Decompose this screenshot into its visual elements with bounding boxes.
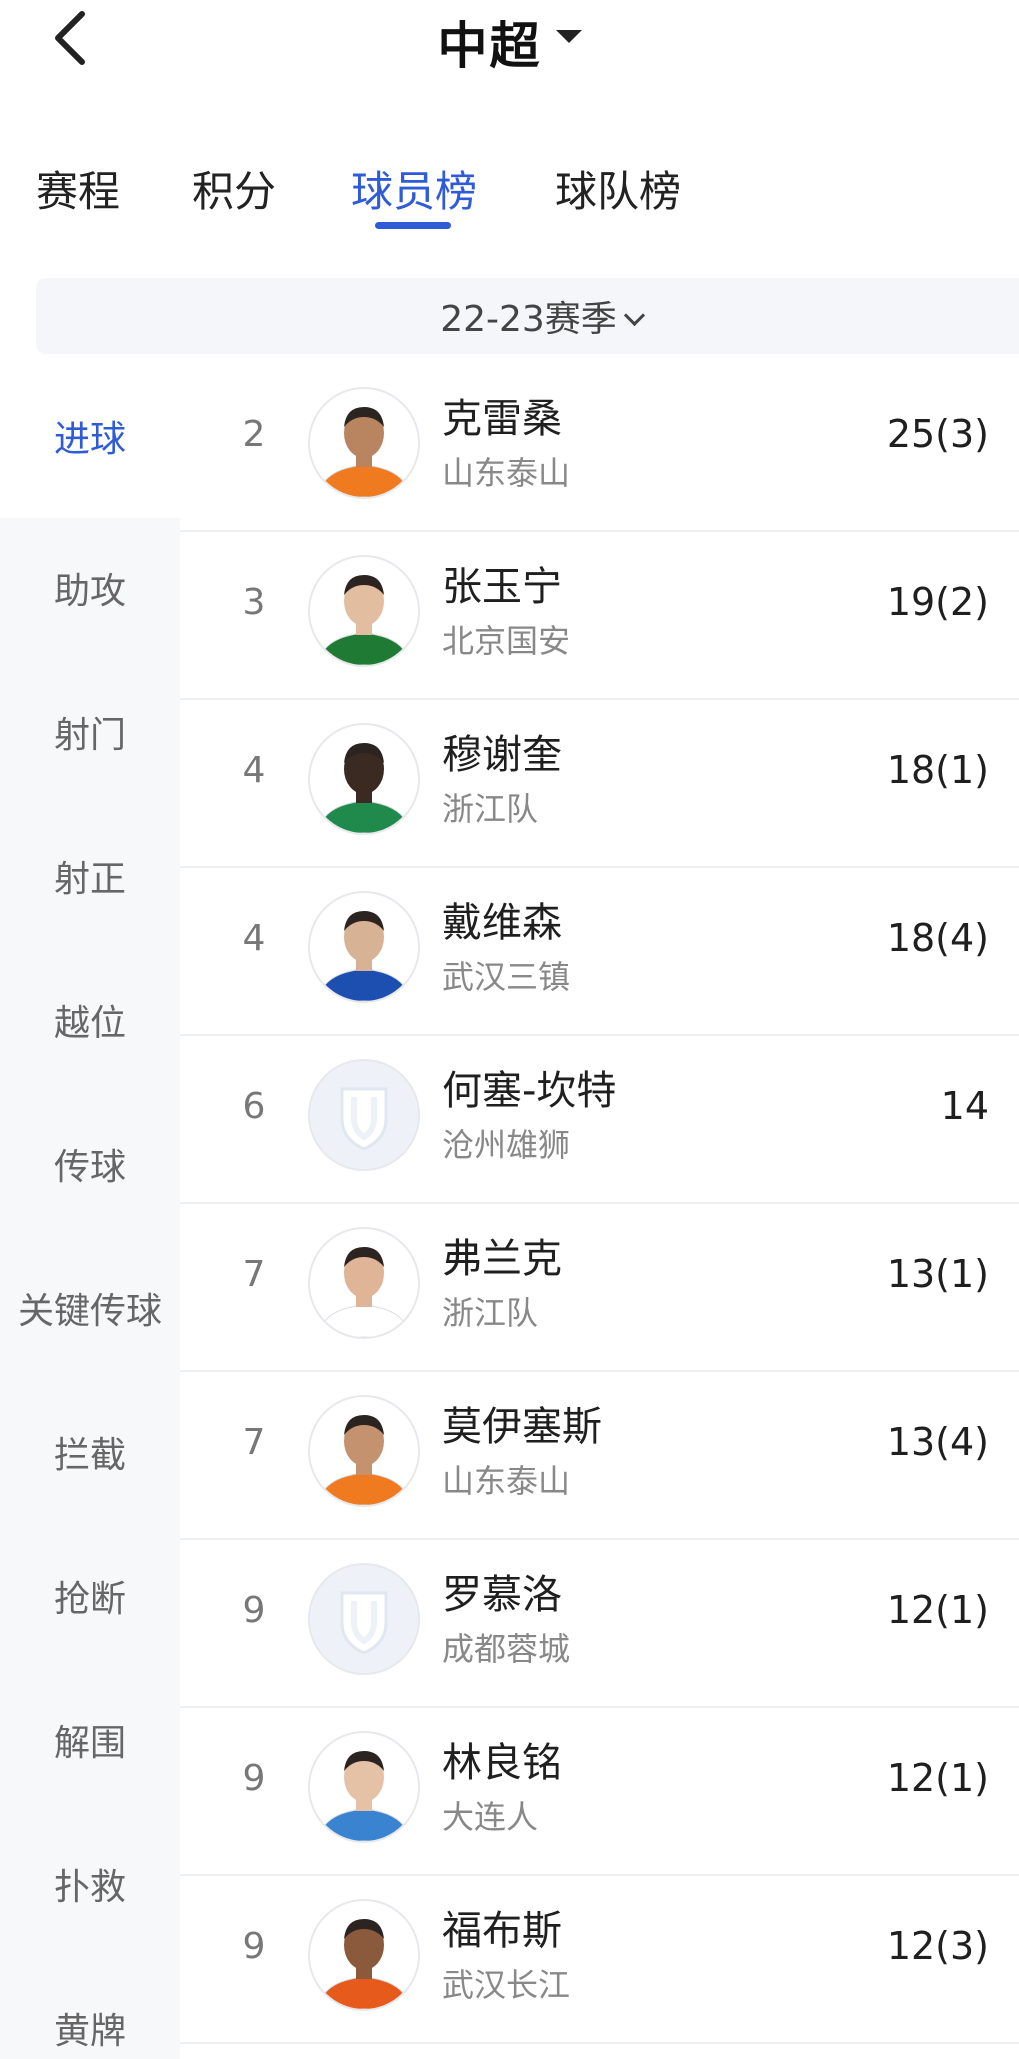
player-avatar	[308, 1899, 420, 2011]
list-item[interactable]: 6 何塞-坎特 沧州雄狮 14	[180, 1034, 1019, 1204]
team-name: 山东泰山	[442, 1462, 571, 1500]
list-item[interactable]: 3 张玉宁 北京国安 19(2)	[180, 530, 1019, 700]
placeholder-shield-icon	[310, 1061, 418, 1169]
player-photo-icon	[310, 1229, 418, 1337]
player-avatar	[308, 1395, 420, 1507]
player-name: 弗兰克	[442, 1236, 562, 1282]
player-avatar	[308, 723, 420, 835]
rank: 6	[242, 1086, 266, 1127]
player-avatar	[308, 387, 420, 499]
sidebar-item-clearances[interactable]: 解围	[0, 1714, 180, 1766]
team-name: 武汉三镇	[442, 958, 571, 996]
sidebar-item-assists[interactable]: 助攻	[0, 562, 180, 614]
sidebar-item-interceptions[interactable]: 拦截	[0, 1426, 180, 1478]
tab-team-rankings[interactable]: 球队榜	[555, 158, 681, 219]
player-name: 何塞-坎特	[442, 1068, 617, 1114]
player-photo-icon	[310, 389, 418, 497]
active-tab-indicator	[375, 222, 451, 229]
team-name: 成都蓉城	[442, 1630, 571, 1668]
sidebar-item-yellow-cards[interactable]: 黄牌	[0, 2002, 180, 2054]
player-photo-icon	[310, 1733, 418, 1841]
player-avatar	[308, 555, 420, 667]
player-name: 张玉宁	[442, 564, 562, 610]
player-photo-icon	[310, 557, 418, 665]
sidebar-item-key-passes[interactable]: 关键传球	[0, 1282, 180, 1334]
player-avatar	[308, 1731, 420, 1843]
rank: 3	[242, 582, 266, 623]
sidebar-item-shots-on-target[interactable]: 射正	[0, 850, 180, 902]
rank: 9	[242, 1590, 266, 1631]
rank: 9	[242, 1758, 266, 1799]
player-photo-icon	[310, 1397, 418, 1505]
team-name: 武汉长江	[442, 1966, 571, 2004]
player-photo-icon	[310, 1901, 418, 2009]
list-item[interactable]: 2 克雷桑 山东泰山 25(3)	[180, 362, 1019, 532]
team-name: 大连人	[442, 1798, 539, 1836]
tab-bar: 赛程 积分 球员榜 球队榜	[0, 140, 1019, 240]
stat-category-sidebar: 进球 助攻 射门 射正 越位 传球 关键传球 拦截 抢断 解围 扑救 黄牌	[0, 362, 180, 2059]
player-name: 穆谢奎	[442, 732, 562, 778]
team-name: 沧州雄狮	[442, 1126, 571, 1164]
player-name: 林良铭	[442, 1740, 562, 1786]
stat-value: 12(3)	[886, 1924, 989, 1968]
player-photo-icon	[310, 893, 418, 1001]
placeholder-shield-icon	[310, 1565, 418, 1673]
sidebar-item-tackles[interactable]: 抢断	[0, 1570, 180, 1622]
player-name: 克雷桑	[442, 396, 562, 442]
stat-value: 13(4)	[886, 1420, 989, 1464]
sidebar-item-goals[interactable]: 进球	[0, 362, 180, 518]
stat-value: 25(3)	[886, 412, 989, 456]
list-item[interactable]: 7 莫伊塞斯 山东泰山 13(4)	[180, 1370, 1019, 1540]
team-name: 山东泰山	[442, 454, 571, 492]
list-item[interactable]: 9 福布斯 武汉长江 12(3)	[180, 1874, 1019, 2044]
stat-value: 13(1)	[886, 1252, 989, 1296]
list-item[interactable]: 9 林良铭 大连人 12(1)	[180, 1706, 1019, 1876]
player-photo-icon	[310, 725, 418, 833]
sidebar-item-shots[interactable]: 射门	[0, 706, 180, 758]
rank: 7	[242, 1422, 266, 1463]
player-avatar	[308, 1059, 420, 1171]
player-name: 罗慕洛	[442, 1572, 562, 1618]
season-selector[interactable]: 22-23赛季	[36, 278, 1019, 354]
stat-value: 12(1)	[886, 1756, 989, 1800]
stat-value: 19(2)	[886, 580, 989, 624]
tab-player-rankings[interactable]: 球员榜	[351, 158, 477, 219]
rank: 9	[242, 1926, 266, 1967]
player-avatar	[308, 1563, 420, 1675]
player-name: 戴维森	[442, 900, 562, 946]
team-name: 浙江队	[442, 1294, 539, 1332]
caret-down-icon[interactable]	[555, 29, 582, 43]
stat-value: 12(1)	[886, 1588, 989, 1632]
list-item[interactable]: 7 弗兰克 浙江队 13(1)	[180, 1202, 1019, 1372]
chevron-down-icon	[623, 304, 645, 327]
rank: 4	[242, 750, 266, 791]
sidebar-item-offsides[interactable]: 越位	[0, 994, 180, 1046]
tab-schedule[interactable]: 赛程	[36, 158, 120, 219]
page-title[interactable]: 中超	[438, 17, 542, 75]
sidebar-item-saves[interactable]: 扑救	[0, 1858, 180, 1910]
rank: 4	[242, 918, 266, 959]
tab-standings[interactable]: 积分	[192, 158, 276, 219]
rank: 7	[242, 1254, 266, 1295]
list-item[interactable]: 4 戴维森 武汉三镇 18(4)	[180, 866, 1019, 1036]
player-avatar	[308, 891, 420, 1003]
player-avatar	[308, 1227, 420, 1339]
rank: 2	[242, 414, 266, 455]
stat-value: 18(4)	[886, 916, 989, 960]
stat-value: 14	[940, 1084, 989, 1128]
team-name: 浙江队	[442, 790, 539, 828]
sidebar-item-passes[interactable]: 传球	[0, 1138, 180, 1190]
list-item[interactable]: 9 罗慕洛 成都蓉城 12(1)	[180, 1538, 1019, 1708]
player-name: 莫伊塞斯	[442, 1404, 602, 1450]
player-name: 福布斯	[442, 1908, 562, 1954]
top-bar: 中超	[0, 0, 1019, 80]
stat-value: 18(1)	[886, 748, 989, 792]
list-item[interactable]: 4 穆谢奎 浙江队 18(1)	[180, 698, 1019, 868]
season-label: 22-23赛季	[440, 299, 617, 340]
team-name: 北京国安	[442, 622, 571, 660]
